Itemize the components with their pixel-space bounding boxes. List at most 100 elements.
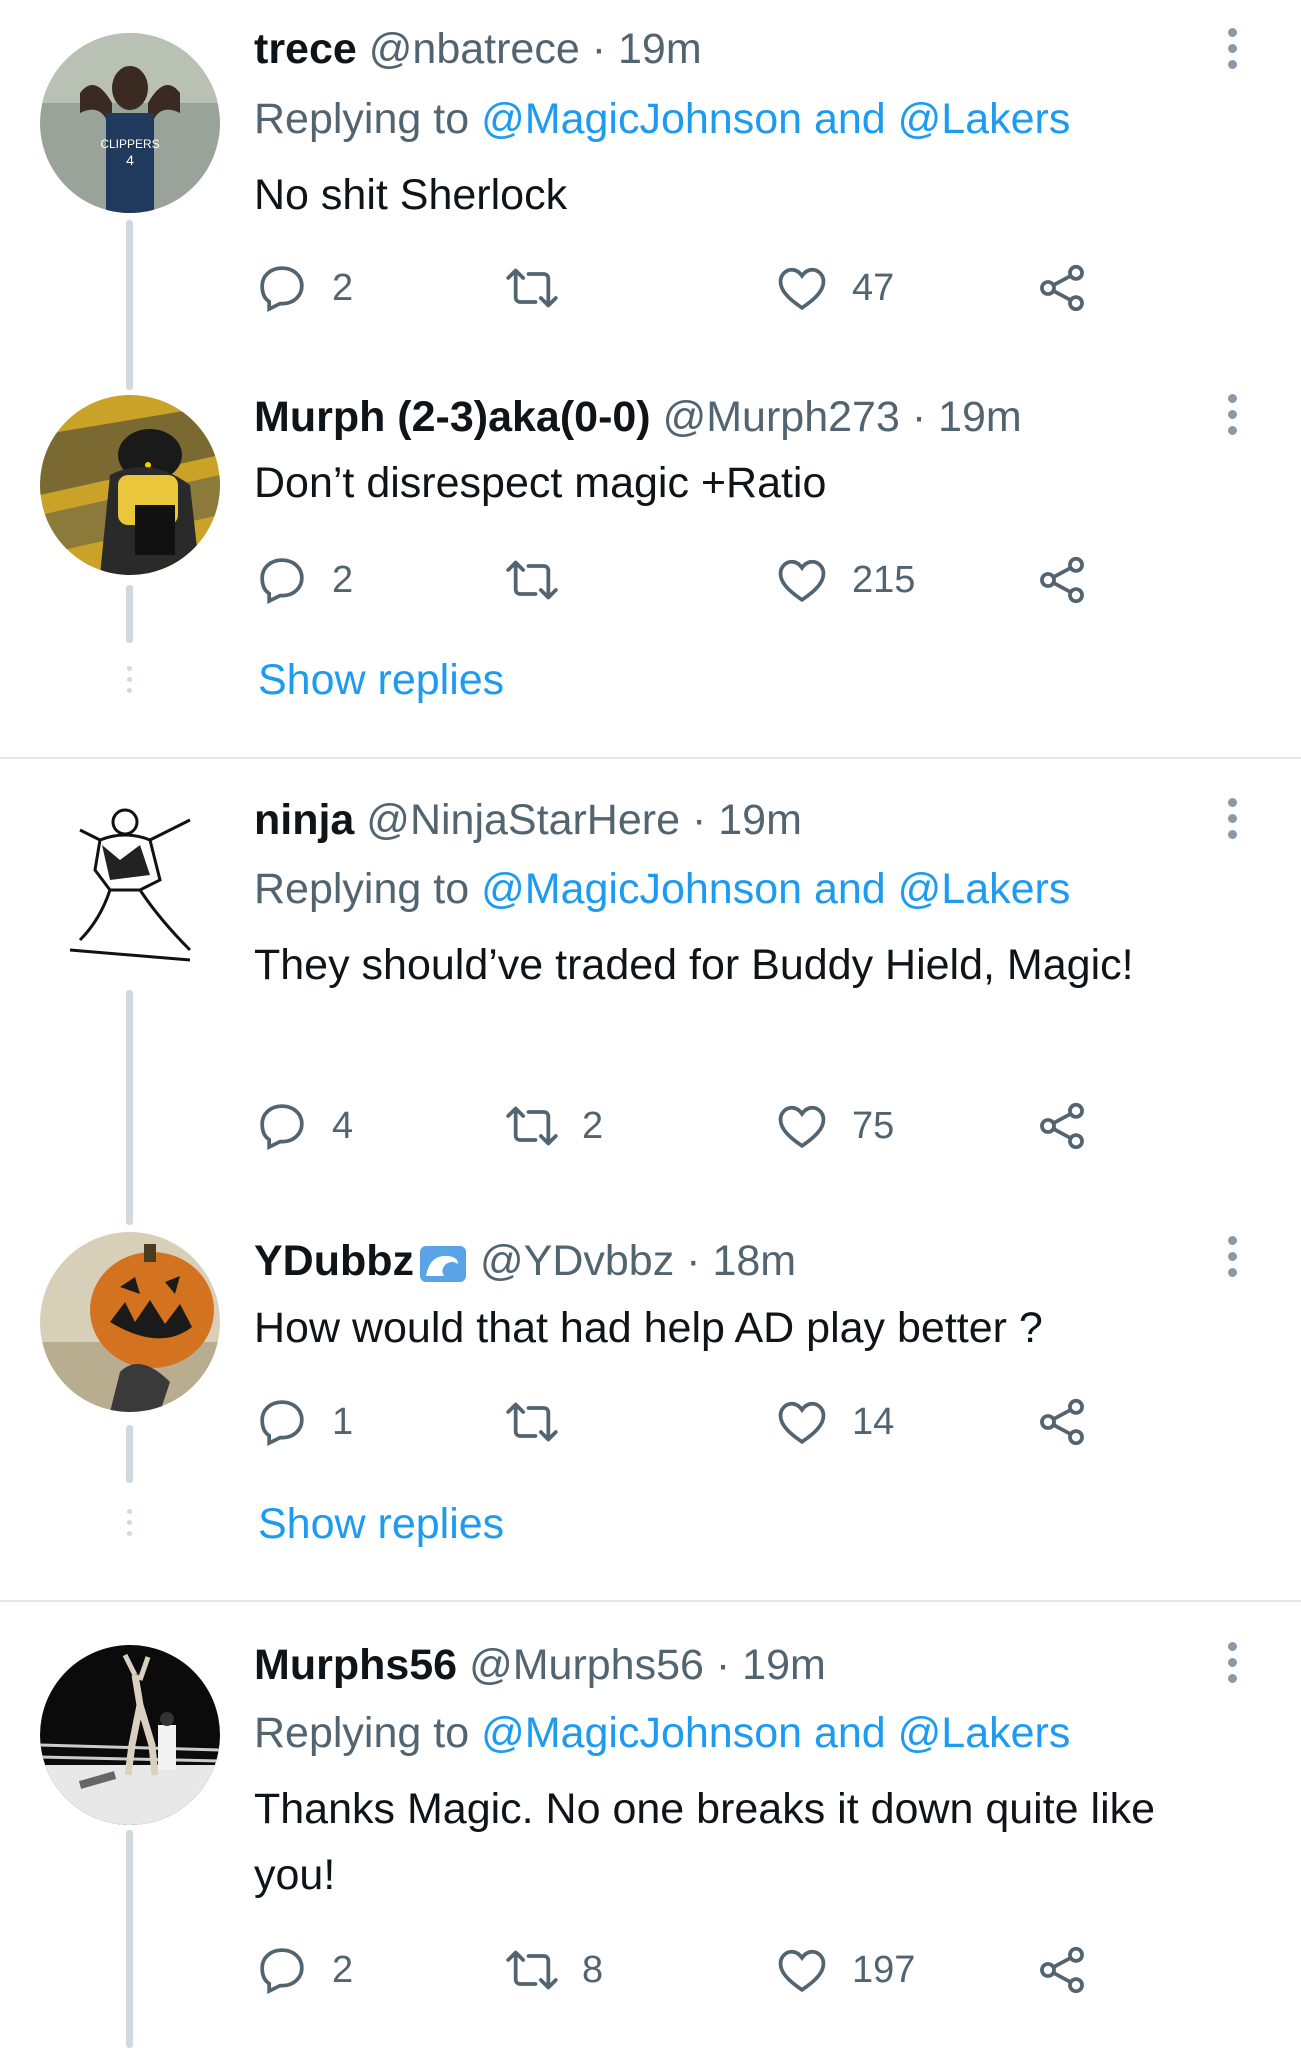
share-icon xyxy=(1040,1398,1084,1446)
reply-button[interactable]: 1 xyxy=(254,1392,353,1452)
reply-icon xyxy=(260,1400,304,1446)
tweet-text: Thanks Magic. No one breaks it down quit… xyxy=(254,1785,1156,1899)
share-button[interactable] xyxy=(1034,1392,1090,1452)
heart-icon xyxy=(778,267,826,311)
thread-line xyxy=(126,1830,133,2048)
retweet-icon xyxy=(506,268,558,308)
retweet-button[interactable]: 2 xyxy=(504,1096,603,1156)
more-options-icon[interactable] xyxy=(1228,798,1240,846)
display-name[interactable]: trece xyxy=(254,25,357,73)
tweet-header: ninja @NinjaStarHere · 19m xyxy=(254,795,802,845)
avatar[interactable] xyxy=(40,1645,220,1825)
avatar[interactable] xyxy=(40,800,220,980)
like-button[interactable]: 47 xyxy=(774,258,894,318)
replying-to-links[interactable]: @MagicJohnson and @Lakers xyxy=(481,865,1070,913)
like-button[interactable]: 215 xyxy=(774,550,915,610)
retweet-button[interactable] xyxy=(504,550,582,610)
like-count: 75 xyxy=(852,1104,895,1147)
reply-count: 2 xyxy=(332,558,354,601)
like-button[interactable]: 197 xyxy=(774,1940,915,2000)
handle[interactable]: @Murph273 xyxy=(663,393,900,441)
retweet-button[interactable] xyxy=(504,258,582,318)
show-replies-link[interactable]: Show replies xyxy=(258,656,504,705)
more-options-icon[interactable] xyxy=(1228,1642,1240,1690)
display-name[interactable]: ninja xyxy=(254,796,354,844)
handle[interactable]: @nbatrece xyxy=(369,25,580,73)
reply-button[interactable]: 2 xyxy=(254,550,353,610)
svg-text:4: 4 xyxy=(126,152,134,168)
svg-text:CLIPPERS: CLIPPERS xyxy=(100,137,159,151)
thread-line xyxy=(126,220,133,390)
replying-to-links[interactable]: @MagicJohnson and @Lakers xyxy=(481,1709,1070,1757)
replying-to: Replying to @MagicJohnson and @Lakers xyxy=(254,94,1070,144)
like-count: 215 xyxy=(852,558,916,601)
reply-icon xyxy=(260,1104,304,1150)
display-name[interactable]: YDubbz xyxy=(254,1237,414,1285)
wave-emoji-icon xyxy=(420,1245,467,1282)
reply-count: 4 xyxy=(332,1104,354,1147)
like-button[interactable]: 14 xyxy=(774,1392,894,1452)
tweet-actions: 4 2 75 xyxy=(254,1096,1114,1156)
display-name[interactable]: Murph (2-3)aka(0-0) xyxy=(254,393,651,441)
handle[interactable]: @YDvbbz xyxy=(480,1237,674,1285)
share-button[interactable] xyxy=(1034,550,1090,610)
timestamp[interactable]: 19m xyxy=(718,796,802,844)
handle[interactable]: @Murphs56 xyxy=(469,1641,704,1689)
reply-count: 2 xyxy=(332,1948,354,1991)
reply-icon xyxy=(260,558,304,604)
replying-to-links[interactable]: @MagicJohnson and @Lakers xyxy=(481,95,1070,143)
share-button[interactable] xyxy=(1034,258,1090,318)
retweet-icon xyxy=(506,1106,558,1146)
display-name[interactable]: Murphs56 xyxy=(254,1641,457,1689)
separator: · xyxy=(911,393,927,441)
reply-icon xyxy=(260,266,304,312)
avatar[interactable] xyxy=(40,395,220,575)
share-icon xyxy=(1040,264,1084,312)
handle[interactable]: @NinjaStarHere xyxy=(366,796,680,844)
timestamp[interactable]: 18m xyxy=(712,1237,796,1285)
thread-line xyxy=(126,585,133,643)
like-count: 197 xyxy=(852,1948,916,1991)
divider xyxy=(0,757,1301,759)
reply-button[interactable]: 2 xyxy=(254,258,353,318)
thread-dots xyxy=(127,1509,132,1542)
avatar[interactable]: CLIPPERS 4 xyxy=(40,33,220,213)
more-options-icon[interactable] xyxy=(1228,28,1240,76)
retweet-count: 8 xyxy=(582,1948,604,1991)
separator: · xyxy=(686,1237,701,1285)
tweet-text: No shit Sherlock xyxy=(254,171,568,219)
tweet-header: YDubbz @YDvbbz · 18m xyxy=(254,1236,796,1286)
tweet-text: They should’ve traded for Buddy Hield, M… xyxy=(254,941,1134,989)
share-button[interactable] xyxy=(1034,1940,1090,2000)
like-count: 14 xyxy=(852,1400,895,1443)
thread-line xyxy=(126,990,133,1225)
timestamp[interactable]: 19m xyxy=(938,393,1022,441)
heart-icon xyxy=(778,1401,826,1445)
reply-button[interactable]: 4 xyxy=(254,1096,353,1156)
share-icon xyxy=(1040,1946,1084,1994)
more-options-icon[interactable] xyxy=(1228,394,1240,442)
more-options-icon[interactable] xyxy=(1228,1236,1240,1284)
retweet-icon xyxy=(506,1402,558,1442)
heart-icon xyxy=(778,1949,826,1993)
retweet-count: 2 xyxy=(582,1104,604,1147)
heart-icon xyxy=(778,559,826,603)
retweet-button[interactable]: 8 xyxy=(504,1940,603,2000)
avatar[interactable] xyxy=(40,1232,220,1412)
timestamp[interactable]: 19m xyxy=(618,25,702,73)
reply-count: 1 xyxy=(332,1400,354,1443)
separator: · xyxy=(715,1641,731,1689)
tweet-actions: 1 14 xyxy=(254,1392,1114,1452)
thread-dots xyxy=(127,666,132,699)
like-button[interactable]: 75 xyxy=(774,1096,894,1156)
heart-icon xyxy=(778,1105,826,1149)
replying-to: Replying to @MagicJohnson and @Lakers xyxy=(254,864,1070,914)
share-button[interactable] xyxy=(1034,1096,1090,1156)
reply-button[interactable]: 2 xyxy=(254,1940,353,2000)
tweet-text: Don’t disrespect magic +Ratio xyxy=(254,459,827,507)
timestamp[interactable]: 19m xyxy=(742,1641,826,1689)
replying-to-prefix: Replying to xyxy=(254,1709,470,1757)
retweet-button[interactable] xyxy=(504,1392,582,1452)
tweet-header: Murph (2-3)aka(0-0) @Murph273 · 19m xyxy=(254,392,1022,442)
show-replies-link[interactable]: Show replies xyxy=(258,1500,504,1549)
